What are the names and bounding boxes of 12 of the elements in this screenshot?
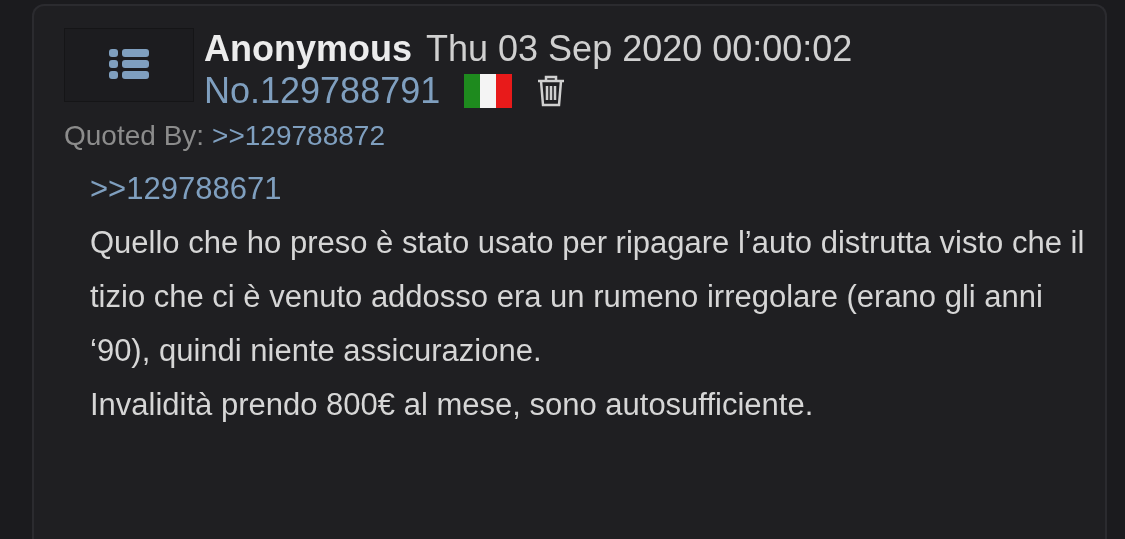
quote-link[interactable]: >>129788872 [212, 120, 385, 152]
list-icon [109, 49, 149, 81]
thumbnail[interactable] [64, 28, 194, 102]
post-text: Quello che ho preso è stato usato per ripagare l’auto distrutta visto che il tizio che ci è venuto addosso era un rumeno irregolare (erano gli anni ‘90), quindi niente assicurazione. [90, 224, 1086, 370]
post-text: Invalidità prendo 800€ al mese, sono autosufficiente. [90, 386, 815, 424]
poster-name: Anonymous [204, 28, 412, 70]
quoted-by-label: Quoted By: [64, 120, 205, 152]
quote-link[interactable]: >>129788671 [90, 171, 282, 206]
post-number-link[interactable]: No.129788791 [204, 70, 441, 112]
post-date: Thu 03 Sep 2020 00:00:02 [426, 28, 853, 70]
italy-flag-icon [464, 74, 513, 108]
trash-icon[interactable] [536, 74, 567, 108]
